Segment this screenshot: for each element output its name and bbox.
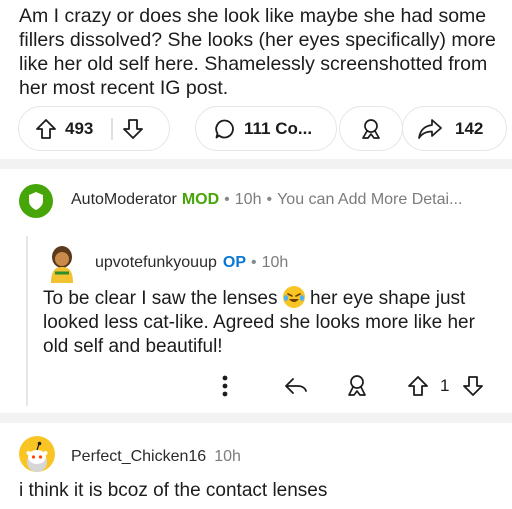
comment-body: i think it is bcoz of the contact lenses	[19, 480, 328, 501]
vote-control: 493	[18, 106, 170, 151]
mod-badge: MOD	[181, 191, 220, 208]
comment-username[interactable]: AutoModerator	[71, 191, 177, 209]
share-icon	[417, 118, 443, 140]
reply-icon[interactable]	[283, 372, 309, 400]
post-action-bar: 493 111 Co... 142	[18, 106, 507, 152]
award-icon[interactable]	[344, 372, 370, 400]
reply-body: To be clear I saw the lenses her eye sha…	[43, 286, 498, 359]
comments-button[interactable]: 111 Co...	[195, 106, 337, 151]
downvote-icon[interactable]	[122, 118, 144, 140]
reply-time: 10h	[261, 254, 289, 271]
comment-time: 10h	[234, 191, 262, 208]
avatar[interactable]	[19, 184, 53, 218]
reply-username[interactable]: upvotefunkyouup	[95, 254, 217, 272]
meta-separator: •	[224, 191, 230, 208]
comment-preview[interactable]: You can Add More Detai...	[277, 191, 462, 209]
reply-header: upvotefunkyouup OP • 10h	[95, 254, 288, 272]
comment-username[interactable]: Perfect_Chicken16	[71, 448, 206, 466]
comment-header: AutoModerator MOD • 10h • You can Add Mo…	[71, 191, 462, 209]
share-count: 142	[455, 118, 484, 138]
shield-icon	[27, 191, 45, 211]
comment-time: 10h	[214, 448, 241, 465]
comment-count: 111 Co...	[244, 118, 313, 138]
meta-separator: •	[251, 254, 257, 271]
meta-separator: •	[266, 191, 273, 208]
upvote-icon[interactable]	[35, 118, 57, 140]
op-badge: OP	[222, 254, 246, 271]
avatar[interactable]	[19, 436, 55, 472]
downvote-icon[interactable]	[462, 372, 484, 400]
comment-icon	[214, 118, 236, 140]
avatar[interactable]	[43, 243, 81, 283]
share-button[interactable]: 142	[402, 106, 507, 151]
emoji-rofl	[282, 286, 305, 308]
thread-line[interactable]	[26, 236, 28, 406]
vote-divider	[111, 117, 113, 140]
award-button[interactable]	[339, 106, 403, 151]
section-divider	[0, 159, 512, 169]
section-divider	[0, 413, 512, 423]
reply-vote-count: 1	[440, 376, 450, 395]
award-icon	[359, 117, 383, 141]
comment-header: Perfect_Chicken16 10h	[71, 448, 241, 466]
reply-text-start: To be clear I saw the lenses	[43, 288, 278, 309]
upvote-count: 493	[65, 118, 94, 138]
snoo-icon	[19, 436, 55, 472]
more-icon[interactable]	[218, 372, 232, 400]
post-body: Am I crazy or does she look like maybe s…	[19, 5, 496, 99]
upvote-icon[interactable]	[407, 372, 429, 400]
